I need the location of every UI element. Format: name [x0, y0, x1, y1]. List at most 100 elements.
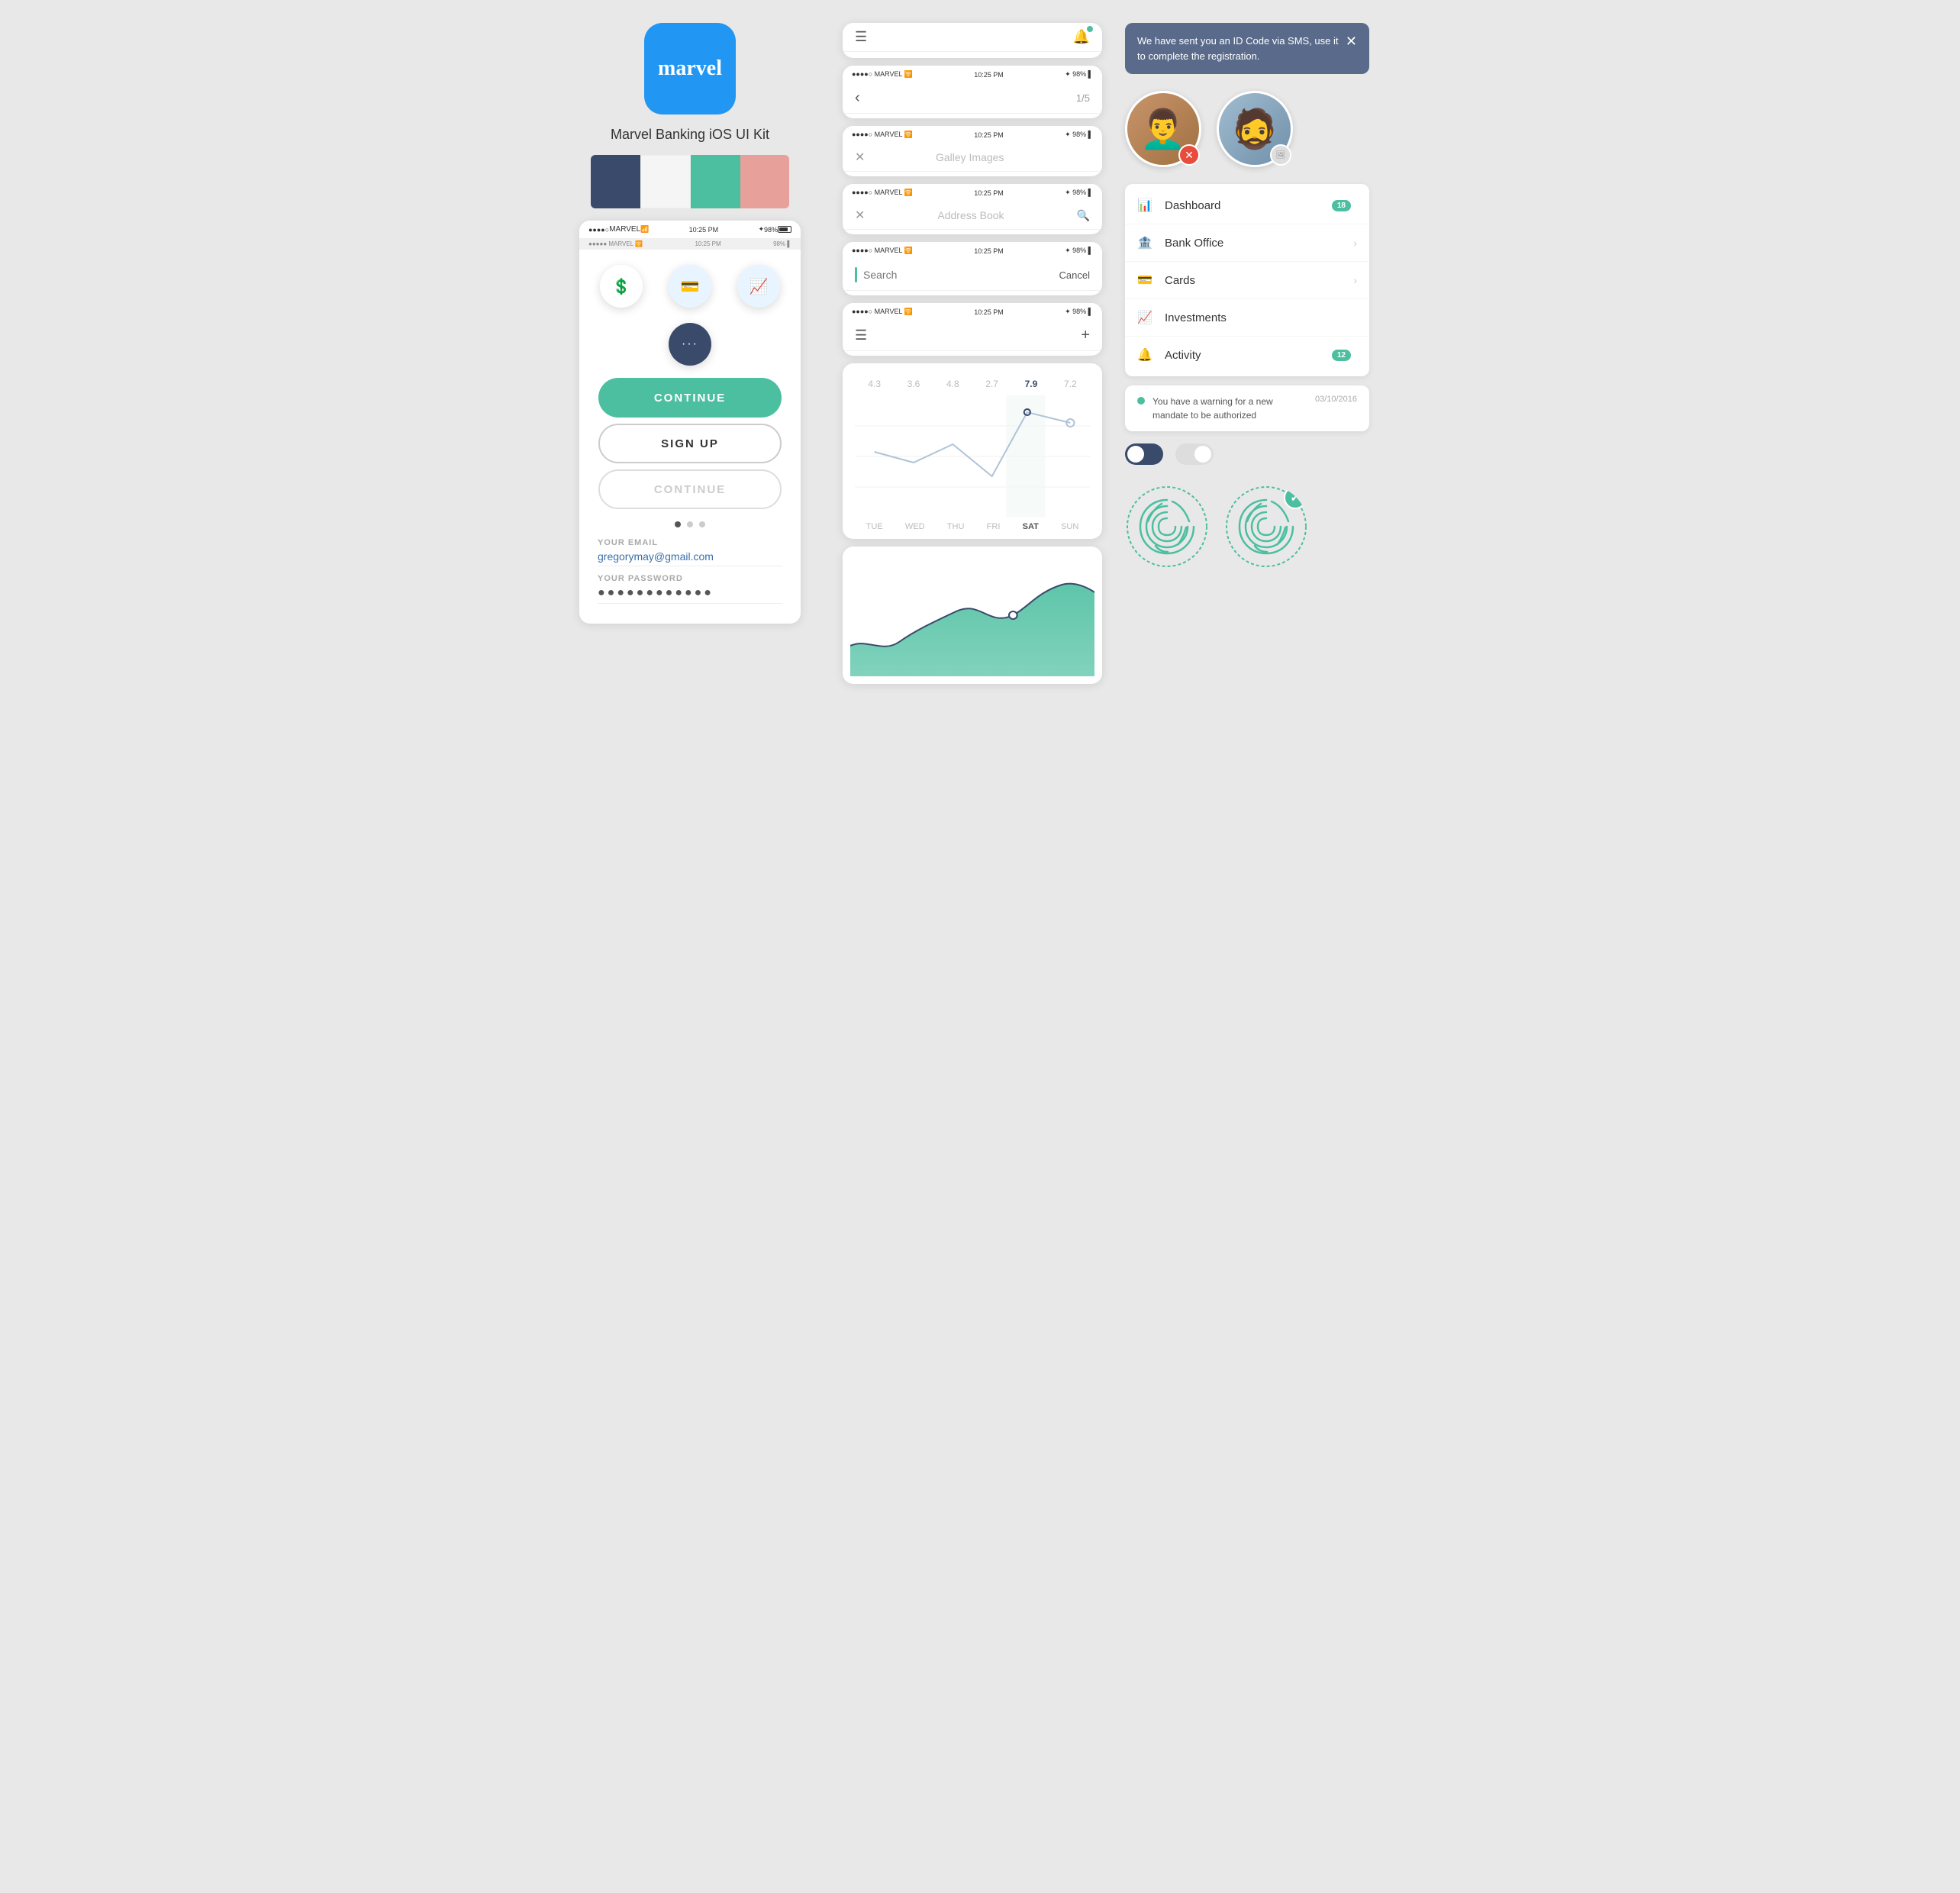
- ios-header-1: ☰ 🔔: [843, 23, 1102, 52]
- carrier-text: MARVEL: [609, 225, 640, 234]
- warning-card: You have a warning for a new mandate to …: [1125, 385, 1369, 431]
- search-icon-address[interactable]: 🔍: [1077, 209, 1090, 222]
- hamburger-icon-2[interactable]: ☰: [855, 327, 867, 343]
- chart-val-5: 7.2: [1064, 379, 1077, 389]
- ios-screen-back: ●●●●○ MARVEL 🛜 10:25 PM ✦ 98% ▌ ‹ 1/5: [843, 66, 1102, 118]
- status-bar-6: ●●●●○ MARVEL 🛜 10:25 PM ✦ 98% ▌: [843, 303, 1102, 321]
- day-2: THU: [947, 522, 965, 531]
- signal-5: ●●●●○ MARVEL 🛜: [852, 247, 913, 255]
- phone-icons-row: 💲 💳 📈: [579, 250, 801, 323]
- toggles-row: [1125, 440, 1369, 468]
- avatar-container-1: 👨‍🦱 ✕: [1125, 91, 1201, 167]
- continue-primary-button[interactable]: CONTINUE: [598, 378, 782, 418]
- status-bar-4: ●●●●○ MARVEL 🛜 10:25 PM ✦ 98% ▌: [843, 184, 1102, 202]
- nav-item-activity[interactable]: 🔔 Activity 12: [1125, 337, 1369, 373]
- day-5: SUN: [1061, 522, 1078, 531]
- time-6: 10:25 PM: [913, 308, 1065, 316]
- bell-icon[interactable]: 🔔: [1073, 29, 1090, 45]
- toggle-on[interactable]: [1125, 443, 1163, 465]
- verified-badge: ✓: [1284, 486, 1307, 509]
- dot-3: [699, 521, 705, 527]
- sec-battery: 98% ▌: [773, 240, 791, 247]
- palette-swatch-3: [691, 155, 740, 208]
- ios-header-5: Cancel: [843, 260, 1102, 291]
- investments-label: Investments: [1165, 311, 1357, 324]
- day-4: SAT: [1023, 522, 1039, 531]
- status-bar-2: ●●●●○ MARVEL 🛜 10:25 PM ✦ 98% ▌: [843, 66, 1102, 83]
- password-value: ●●●●●●●●●●●●: [598, 583, 782, 604]
- chart-val-3: 2.7: [985, 379, 998, 389]
- toggle-off[interactable]: [1175, 443, 1214, 465]
- avatar-badge-edit[interactable]: 🖼: [1270, 144, 1291, 166]
- sms-notification: We have sent you an ID Code via SMS, use…: [1125, 23, 1369, 74]
- back-icon[interactable]: ‹: [855, 89, 860, 107]
- wifi-icon: 📶: [640, 225, 649, 234]
- bt-3: ✦ 98% ▌: [1065, 131, 1093, 139]
- dot-1: [675, 521, 681, 527]
- add-icon[interactable]: +: [1081, 327, 1090, 344]
- kit-title: Marvel Banking iOS UI Kit: [611, 127, 769, 143]
- cancel-text[interactable]: Cancel: [1059, 269, 1090, 281]
- time-4: 10:25 PM: [913, 189, 1065, 197]
- spacer-2: [843, 114, 1102, 118]
- login-form: YOUR EMAIL gregorymay@gmail.com YOUR PAS…: [579, 534, 801, 616]
- page-dots: [579, 515, 801, 534]
- chart-labels-top: 4.3 3.6 4.8 2.7 7.9 7.2: [855, 379, 1090, 389]
- avatar-badge-remove[interactable]: ✕: [1178, 144, 1200, 166]
- palette-swatch-4: [740, 155, 790, 208]
- marvel-logo-text: marvel: [658, 56, 722, 81]
- time-2: 10:25 PM: [913, 71, 1065, 79]
- chart-labels-bottom: TUE WED THU FRI SAT SUN: [855, 522, 1090, 531]
- middle-column: ☰ 🔔 ●●●●○ MARVEL 🛜 10:25 PM ✦ 98% ▌ ‹ 1/…: [843, 23, 1102, 684]
- more-icon-btn[interactable]: ···: [669, 323, 711, 366]
- day-3: FRI: [987, 522, 1001, 531]
- sms-close-button[interactable]: ✕: [1346, 34, 1357, 50]
- signal-2: ●●●●○ MARVEL 🛜: [852, 70, 913, 79]
- warning-date: 03/10/2016: [1315, 395, 1357, 404]
- warning-text: You have a warning for a new mandate to …: [1152, 395, 1307, 422]
- address-book-title: Address Book: [865, 209, 1076, 221]
- dot-2: [687, 521, 693, 527]
- signup-button[interactable]: SIGN UP: [598, 424, 782, 463]
- activity-badge: 12: [1332, 350, 1351, 361]
- nav-item-investments[interactable]: 📈 Investments: [1125, 299, 1369, 337]
- fingerprint-unverified[interactable]: [1125, 485, 1209, 569]
- dollar-icon-btn[interactable]: 💲: [600, 265, 643, 308]
- secondary-status-bar: ●●●●● MARVEL 🛜 10:25 PM 98% ▌: [579, 238, 801, 250]
- spacer-4: [843, 230, 1102, 234]
- search-input[interactable]: [857, 266, 1059, 284]
- cards-label: Cards: [1165, 274, 1353, 287]
- password-label: YOUR PASSWORD: [598, 574, 782, 583]
- time-text: 10:25 PM: [649, 226, 758, 234]
- nav-item-cards[interactable]: 💳 Cards ›: [1125, 262, 1369, 299]
- email-label: YOUR EMAIL: [598, 538, 782, 547]
- area-chart-container: [843, 547, 1102, 684]
- ios-screen-search: ●●●●○ MARVEL 🛜 10:25 PM ✦ 98% ▌ Cancel: [843, 242, 1102, 295]
- signal-3: ●●●●○ MARVEL 🛜: [852, 131, 913, 139]
- close-icon-address[interactable]: ✕: [855, 208, 865, 223]
- ios-screen-gallery: ●●●●○ MARVEL 🛜 10:25 PM ✦ 98% ▌ ✕ Galley…: [843, 126, 1102, 176]
- warning-dot: [1137, 397, 1145, 405]
- sms-text: We have sent you an ID Code via SMS, use…: [1137, 34, 1339, 63]
- chart-icon-btn[interactable]: 📈: [737, 265, 780, 308]
- signal-4: ●●●●○ MARVEL 🛜: [852, 189, 913, 197]
- bank-office-chevron: ›: [1353, 237, 1357, 249]
- dashboard-icon: 📊: [1137, 198, 1156, 213]
- nav-item-bank-office[interactable]: 🏦 Bank Office ›: [1125, 224, 1369, 262]
- battery-icon: [778, 226, 791, 233]
- bt-4: ✦ 98% ▌: [1065, 189, 1093, 197]
- card-icon-btn[interactable]: 💳: [669, 265, 711, 308]
- ios-screen-address-book: ●●●●○ MARVEL 🛜 10:25 PM ✦ 98% ▌ ✕ Addres…: [843, 184, 1102, 234]
- close-icon-gallery[interactable]: ✕: [855, 150, 865, 165]
- day-1: WED: [905, 522, 925, 531]
- nav-item-dashboard[interactable]: 📊 Dashboard 18: [1125, 187, 1369, 224]
- line-chart-container: 4.3 3.6 4.8 2.7 7.9 7.2: [843, 363, 1102, 539]
- ios-header-3: ✕ Galley Images: [843, 144, 1102, 172]
- palette-swatch-2: [640, 155, 691, 208]
- status-bar-main: ●●●●○ MARVEL 📶 10:25 PM ✦ 98%: [579, 221, 801, 238]
- hamburger-icon[interactable]: ☰: [855, 29, 867, 45]
- signal-6: ●●●●○ MARVEL 🛜: [852, 308, 913, 316]
- day-0: TUE: [866, 522, 883, 531]
- ios-screen-menu-bell: ☰ 🔔: [843, 23, 1102, 58]
- fingerprint-verified[interactable]: ✓: [1224, 485, 1308, 569]
